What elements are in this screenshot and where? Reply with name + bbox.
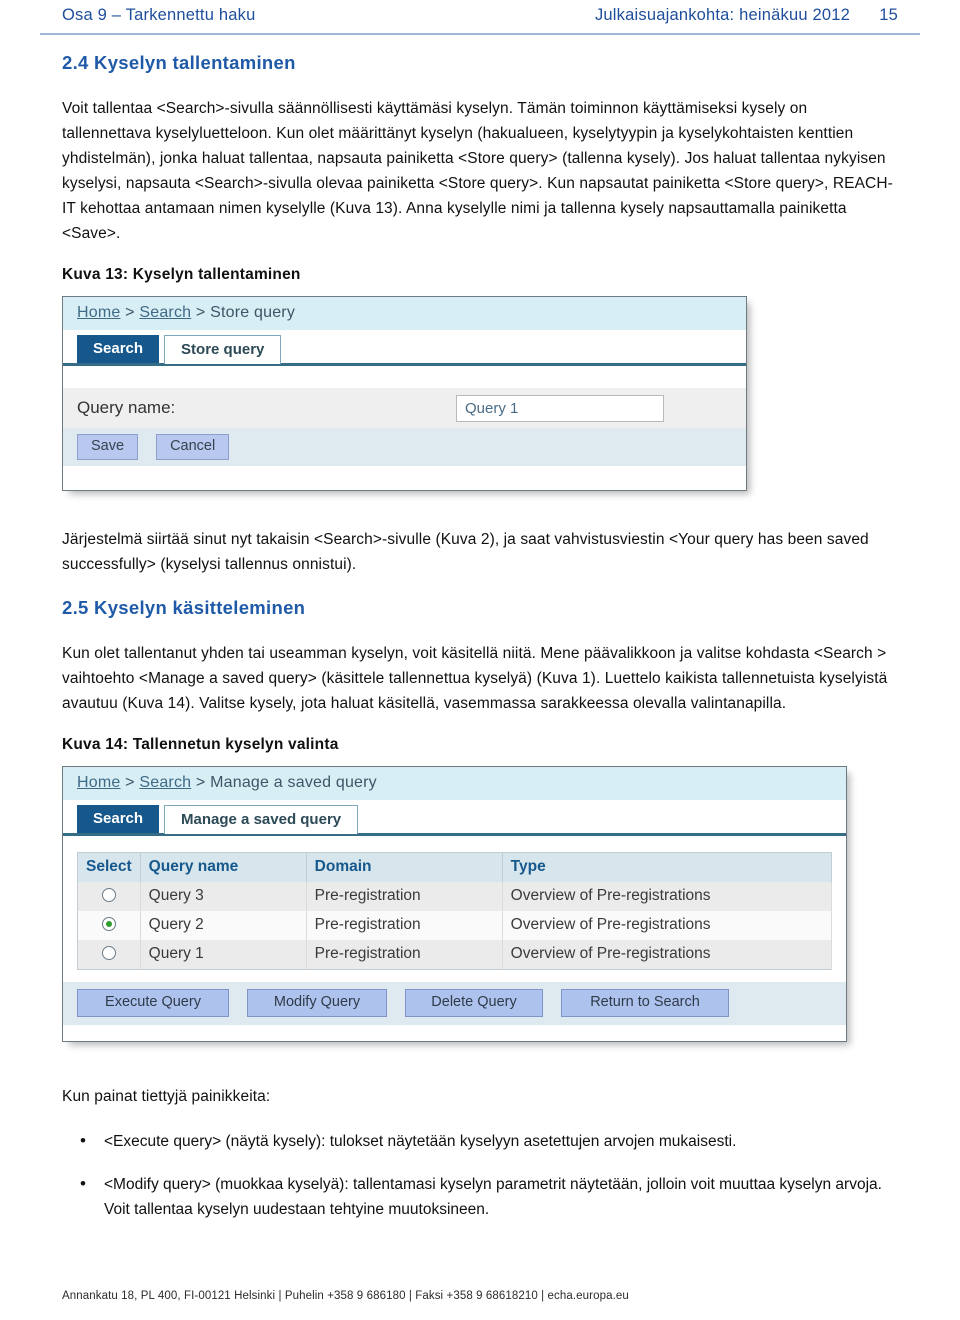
- row-type: Overview of Pre-registrations: [502, 882, 833, 911]
- fig13-breadcrumb-sep-1: >: [125, 304, 135, 321]
- fig13-tab-store-query[interactable]: Store query: [164, 335, 282, 364]
- saved-queries-table: Select Query name Domain Type Query 3 Pr…: [77, 852, 833, 970]
- fig14-table-wrapper: Select Query name Domain Type Query 3 Pr…: [63, 836, 846, 970]
- row-select-cell[interactable]: [77, 940, 141, 970]
- figure-13-caption: Kuva 13: Kyselyn tallentaminen: [62, 266, 301, 283]
- fig14-tab-manage-saved-query[interactable]: Manage a saved query: [164, 805, 359, 834]
- row-type: Overview of Pre-registrations: [502, 911, 833, 940]
- fig13-tabstrip: Search Store query: [63, 330, 746, 366]
- section-2-5-paragraph: Kun olet tallentanut yhden tai useamman …: [62, 645, 888, 712]
- delete-query-button[interactable]: Delete Query: [405, 989, 543, 1017]
- row-domain: Pre-registration: [306, 911, 503, 940]
- figure-14-caption: Kuva 14: Tallennetun kyselyn valinta: [62, 736, 339, 753]
- row-query-name: Query 2: [140, 911, 307, 940]
- page-header: Osa 9 – Tarkennettu haku Julkaisuajankoh…: [0, 0, 960, 36]
- save-button[interactable]: Save: [77, 434, 139, 460]
- document-content: 2.4 Kyselyn tallentaminen Voit tallentaa…: [62, 52, 898, 1240]
- table-row[interactable]: Query 3 Pre-registration Overview of Pre…: [77, 882, 833, 911]
- list-item: <Execute query> (näytä kysely): tulokset…: [62, 1128, 898, 1154]
- table-row[interactable]: Query 2 Pre-registration Overview of Pre…: [77, 911, 833, 940]
- section-2-5-heading: 2.5 Kyselyn käsitteleminen: [62, 597, 306, 618]
- fig13-tab-search[interactable]: Search: [77, 335, 160, 363]
- figure-14-screenshot: Home > Search > Manage a saved query Sea…: [62, 766, 847, 1042]
- fig13-query-name-row: Query name: Query 1: [63, 388, 746, 428]
- page-footer: Annankatu 18, PL 400, FI-00121 Helsinki …: [62, 1290, 629, 1302]
- fig14-button-row: Execute Query Modify Query Delete Query …: [63, 982, 846, 1025]
- table-row[interactable]: Query 1 Pre-registration Overview of Pre…: [77, 940, 833, 970]
- cancel-button[interactable]: Cancel: [156, 434, 230, 460]
- fig14-breadcrumb-search[interactable]: Search: [139, 774, 191, 791]
- figure-13-screenshot: Home > Search > Store query Search Store…: [62, 296, 747, 491]
- page-number: 15: [879, 6, 898, 24]
- fig13-footer-spacer: [63, 466, 746, 490]
- fig13-breadcrumb-search[interactable]: Search: [139, 304, 191, 321]
- row-query-name: Query 3: [140, 882, 307, 911]
- query-radio-button[interactable]: [101, 888, 116, 902]
- query-radio-button[interactable]: [101, 946, 116, 960]
- fig14-breadcrumb-current: Manage a saved query: [210, 774, 377, 791]
- fig14-breadcrumb: Home > Search > Manage a saved query: [63, 767, 846, 800]
- section-2-4-after-figure-paragraph: Järjestelmä siirtää sinut nyt takaisin <…: [62, 531, 869, 573]
- section-2-4-heading: 2.4 Kyselyn tallentaminen: [62, 52, 296, 73]
- bullets-intro-paragraph: Kun painat tiettyjä painikkeita:: [62, 1088, 271, 1105]
- row-type: Overview of Pre-registrations: [502, 940, 833, 970]
- table-header-row: Select Query name Domain Type: [77, 852, 833, 882]
- column-header-domain: Domain: [306, 852, 503, 882]
- row-domain: Pre-registration: [306, 940, 503, 970]
- fig14-tab-search[interactable]: Search: [77, 805, 160, 833]
- fig14-breadcrumb-sep-1: >: [125, 774, 135, 791]
- fig13-button-row: Save Cancel: [63, 428, 746, 466]
- return-to-search-button[interactable]: Return to Search: [561, 989, 729, 1017]
- execute-query-button[interactable]: Execute Query: [77, 989, 229, 1017]
- fig14-breadcrumb-home[interactable]: Home: [77, 774, 120, 791]
- section-2-4-paragraph: Voit tallentaa <Search>-sivulla säännöll…: [62, 100, 893, 242]
- column-header-select: Select: [77, 852, 141, 882]
- row-query-name: Query 1: [140, 940, 307, 970]
- list-item: <Modify query> (muokkaa kyselyä): tallen…: [62, 1171, 898, 1222]
- header-divider: [40, 33, 920, 35]
- modify-query-button[interactable]: Modify Query: [247, 989, 387, 1017]
- header-publication-date: Julkaisuajankohta: heinäkuu 2012: [594, 6, 850, 24]
- query-radio-button-selected[interactable]: [101, 917, 116, 931]
- fig13-breadcrumb-home[interactable]: Home: [77, 304, 120, 321]
- fig13-breadcrumb: Home > Search > Store query: [63, 297, 746, 330]
- fig13-breadcrumb-current: Store query: [210, 304, 296, 321]
- header-document-section: Osa 9 – Tarkennettu haku: [62, 6, 256, 24]
- query-name-input[interactable]: Query 1: [456, 394, 664, 422]
- fig14-tabstrip: Search Manage a saved query: [63, 800, 846, 836]
- fig13-spacer: [63, 366, 746, 388]
- row-domain: Pre-registration: [306, 882, 503, 911]
- column-header-query-name: Query name: [140, 852, 307, 882]
- row-select-cell[interactable]: [77, 882, 141, 911]
- fig13-query-name-label: Query name:: [77, 398, 176, 417]
- button-behaviour-list: <Execute query> (näytä kysely): tulokset…: [62, 1128, 898, 1222]
- fig14-breadcrumb-sep-2: >: [195, 774, 206, 791]
- fig13-breadcrumb-sep-2: >: [195, 304, 206, 321]
- column-header-type: Type: [502, 852, 833, 882]
- row-select-cell[interactable]: [77, 911, 141, 940]
- fig14-footer-spacer: [63, 1025, 846, 1041]
